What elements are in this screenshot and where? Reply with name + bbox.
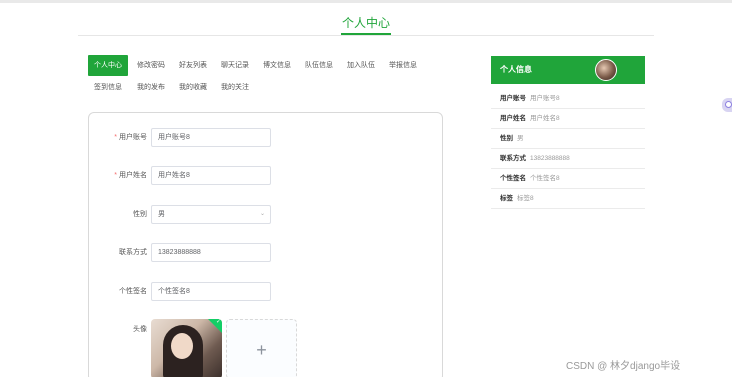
- tab-my-favorites[interactable]: 我的收藏: [173, 77, 213, 98]
- phone-input[interactable]: 13823888888: [151, 243, 271, 262]
- tab-join-team[interactable]: 加入队伍: [341, 55, 381, 76]
- account-input[interactable]: 用户账号8: [151, 128, 271, 147]
- name-label: 用户姓名: [119, 172, 147, 179]
- check-icon: ✓: [215, 319, 221, 325]
- account-label: 用户账号: [119, 134, 147, 141]
- avatar-image[interactable]: ✓: [151, 319, 222, 377]
- plus-icon: +: [256, 340, 267, 360]
- tab-reports[interactable]: 举报信息: [383, 55, 423, 76]
- avatar: [595, 59, 617, 81]
- phone-label: 联系方式: [119, 249, 147, 256]
- signature-input[interactable]: 个性签名8: [151, 282, 271, 301]
- assistant-icon: [725, 101, 732, 108]
- gender-value: 男: [158, 211, 165, 218]
- required-mark: *: [114, 134, 117, 141]
- name-input[interactable]: 用户姓名8: [151, 166, 271, 185]
- info-panel-title: 个人信息: [500, 65, 532, 74]
- info-row-signature: 个性签名 个性签名8: [491, 169, 645, 189]
- gender-select[interactable]: 男 ⌄: [151, 205, 271, 224]
- floating-assistant-button[interactable]: [722, 98, 732, 112]
- tab-friends[interactable]: 好友列表: [173, 55, 213, 76]
- name-row: * 用户姓名 用户姓名8: [89, 166, 444, 186]
- account-row: * 用户账号 用户账号8: [89, 128, 444, 148]
- gender-label: 性别: [133, 211, 147, 218]
- tab-check-in[interactable]: 签到信息: [88, 77, 128, 98]
- info-row-account: 用户账号 用户账号8: [491, 89, 645, 109]
- watermark: CSDN @ 林夕django毕设: [566, 361, 681, 372]
- info-panel-header: 个人信息: [491, 56, 645, 84]
- info-row-tags: 标签 标签8: [491, 189, 645, 209]
- gender-row: 性别 男 ⌄: [89, 205, 444, 225]
- avatar-label: 头像: [133, 326, 147, 333]
- tab-change-password[interactable]: 修改密码: [131, 55, 171, 76]
- tab-chat-records[interactable]: 聊天记录: [215, 55, 255, 76]
- info-row-phone: 联系方式 13823888888: [491, 149, 645, 169]
- tab-my-following[interactable]: 我的关注: [215, 77, 255, 98]
- tab-blog-posts[interactable]: 博文信息: [257, 55, 297, 76]
- signature-label: 个性签名: [119, 288, 147, 295]
- phone-row: 联系方式 13823888888: [89, 243, 444, 263]
- profile-form: * 用户账号 用户账号8 * 用户姓名 用户姓名8 性别 男 ⌄ 联系方式 1382…: [88, 112, 443, 377]
- tab-profile[interactable]: 个人中心: [88, 55, 128, 76]
- required-mark: *: [114, 172, 117, 179]
- page-title: 个人中心: [341, 16, 390, 30]
- info-row-name: 用户姓名 用户姓名8: [491, 109, 645, 129]
- signature-row: 个性签名 个性签名8: [89, 282, 444, 302]
- top-bar: [0, 0, 732, 3]
- tab-my-posts[interactable]: 我的发布: [131, 77, 171, 98]
- chevron-down-icon: ⌄: [259, 211, 265, 217]
- avatar-upload-button[interactable]: +: [226, 319, 297, 377]
- info-row-gender: 性别男: [491, 129, 645, 149]
- tab-team-info[interactable]: 队伍信息: [299, 55, 339, 76]
- title-divider: [78, 35, 654, 36]
